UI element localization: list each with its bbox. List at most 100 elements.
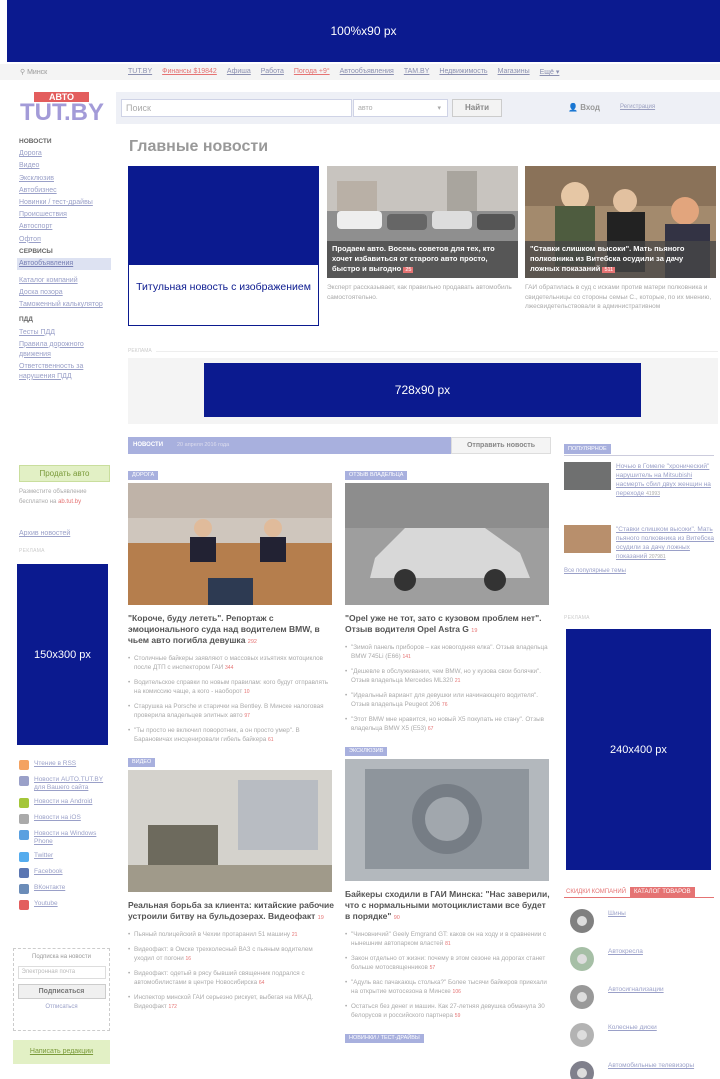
popular-item[interactable]: "Ставки слишком высоки". Мать пьяного по… [564,525,714,562]
email-field[interactable]: Электронная почта [17,966,106,979]
nav-link[interactable]: Правила дорожного движения [19,339,111,361]
top-story-2[interactable]: "Ставки слишком высоки". Мать пьяного по… [525,166,716,312]
news-archive-link[interactable]: Архив новостей [19,530,70,537]
article-title[interactable]: Байкеры сходили в ГАИ Минска: "Нас завер… [345,889,551,924]
related-article[interactable]: "Ты просто не включил поворотник, а он п… [128,726,334,745]
related-article[interactable]: Водительское справки по новым правилам: … [128,678,334,697]
nav-link[interactable]: Каталог компаний [19,275,111,287]
top-nav-link[interactable]: Афиша [227,68,251,76]
related-article[interactable]: Видеофакт: одетый в рясу бывший священни… [128,969,334,988]
related-article[interactable]: "Дешевле в обслуживании, чем BMW, но у к… [345,667,551,686]
catalog-item[interactable]: Автосигнализации [564,982,714,1012]
related-article[interactable]: Старушка на Porsche и старички на Bentle… [128,702,334,721]
related-article[interactable]: Пьяный полицейский в Чехии протаранил 51… [128,930,334,940]
top-nav-link[interactable]: TAM.BY [404,68,430,76]
related-article[interactable]: "Зимой панель приборов – как новогодняя … [345,643,551,662]
category-tag[interactable]: ОТЗЫВ ВЛАДЕЛЬЦА [345,471,408,480]
top-nav-link[interactable]: TUT.BY [128,68,152,76]
send-news-button[interactable]: Отправить новость [451,437,551,454]
register-link[interactable]: Регистрация [620,104,655,110]
sell-site-link[interactable]: ab.tut.by [58,499,81,505]
social-link[interactable]: ВКонтакте [19,884,114,894]
comment-count: 141 [402,654,411,660]
all-popular-link[interactable]: Все популярные темы [564,568,714,574]
related-article[interactable]: "Чиновничий" Geely Emgrand GT: каков он … [345,930,551,949]
social-link[interactable]: Youtube [19,900,114,910]
top-nav-link[interactable]: Финансы $19842 [162,68,217,76]
category-tag[interactable]: ВИДЕО [128,758,156,767]
category-tag[interactable]: ДОРОГА [128,471,159,480]
social-link[interactable]: Чтение в RSS [19,760,114,770]
nav-link[interactable]: Автоспорт [19,221,111,233]
article-image[interactable] [128,483,332,605]
featured-news-placeholder[interactable]: Титульная новость с изображением [128,166,319,326]
top-nav-link[interactable]: Погода +9° [294,68,330,76]
social-link[interactable]: Новости на iOS [19,814,114,824]
mid-ad[interactable]: 728x90 px [128,358,718,424]
top-nav-link[interactable]: Ещё ▾ [540,68,560,76]
right-ad[interactable]: 240x400 px [566,629,711,870]
related-article[interactable]: Столичные байкеры заявляют о массовых из… [128,654,334,673]
related-article[interactable]: "Адуль вас пачакаюць столька?" Более тыс… [345,978,551,997]
article-title[interactable]: "Короче, буду лететь". Репортаж с эмоцио… [128,613,334,648]
related-article[interactable]: Остаться без денег и машин. Как 27-летня… [345,1002,551,1021]
category-tag[interactable]: ЭКСКЛЮЗИВ [345,747,388,756]
search-input[interactable]: Поиск [121,99,352,117]
social-link[interactable]: Facebook [19,868,114,878]
social-link[interactable]: Новости на Android [19,798,114,808]
top-banner-ad[interactable]: 100%x90 px [7,0,720,62]
write-editor-button[interactable]: Написать редакции [13,1040,110,1064]
tab-popular[interactable]: ПОПУЛЯРНОЕ [564,444,611,454]
user-icon: 👤 [568,103,581,112]
category-tag[interactable]: НОВИНКИ / ТЕСТ-ДРАЙВЫ [345,1034,424,1043]
popular-item[interactable]: Ночью в Гомеле "хронический" нарушитель … [564,462,714,499]
related-article[interactable]: "Идеальный вариант для девушки или начин… [345,691,551,710]
article-image[interactable] [345,759,549,881]
catalog-item[interactable]: Шины [564,906,714,936]
left-ad[interactable]: 150x300 px [17,564,108,745]
article-title[interactable]: "Opel уже не тот, зато с кузовом проблем… [345,613,551,637]
nav-link[interactable]: Дорога [19,148,111,160]
tab-catalog[interactable]: КАТАЛОГ ТОВАРОВ [630,887,695,897]
article-image[interactable] [345,483,549,605]
nav-link[interactable]: Новинки / тест-драйвы [19,197,111,209]
nav-link[interactable]: Эксклюзив [19,173,111,185]
subscribe-button[interactable]: Подписаться [17,984,106,999]
search-scope-select[interactable]: авто ▾ [353,99,448,117]
catalog-item[interactable]: Автомобильные телевизоры [564,1058,714,1079]
login-button[interactable]: 👤 Вход [568,99,618,117]
city-selector[interactable]: ⚲ Минск [20,68,47,76]
tab-discounts[interactable]: СКИДКИ КОМПАНИЙ [564,887,628,897]
article-title[interactable]: Реальная борьба за клиента: китайские ра… [128,900,334,924]
nav-link[interactable]: Видео [19,160,111,172]
related-article[interactable]: Инспектор минской ГАИ серьезно рискует, … [128,993,334,1012]
catalog-item[interactable]: Автокресла [564,944,714,974]
related-article[interactable]: Закон отдельно от жизни: почему в этом с… [345,954,551,973]
top-story-1[interactable]: Продаем авто. Восемь советов для тех, кт… [327,166,518,302]
catalog-item[interactable]: Колесные диски [564,1020,714,1050]
nav-link[interactable]: Доска позора [19,287,111,299]
nav-link[interactable]: Ответственность за нарушения ПДД [19,361,111,383]
social-link[interactable]: Новости AUTO.TUT.BY для Вашего сайта [19,776,114,792]
top-nav-link[interactable]: Работа [261,68,284,76]
nav-link[interactable]: Офтоп [19,234,111,246]
social-link[interactable]: Новости на Windows Phone [19,830,114,846]
top-nav-link[interactable]: Магазины [498,68,530,76]
sell-car-button[interactable]: Продать авто [19,465,110,482]
search-button[interactable]: Найти [452,99,502,117]
article-image[interactable] [128,770,332,892]
nav-link[interactable]: Автообъявления [17,258,111,271]
unsubscribe-link[interactable]: Отписаться [14,1004,109,1010]
top-nav-link[interactable]: Автообъявления [340,68,394,76]
nav-link[interactable]: Автобизнес [19,185,111,197]
portal-top-nav: ⚲ Минск TUT.BY Финансы $19842 Афиша Работа П… [0,64,720,80]
social-icon [19,900,29,910]
site-logo[interactable]: АВТО TUT.BY [19,92,105,125]
nav-link[interactable]: Таможенный калькулятор [19,299,111,311]
top-nav-link[interactable]: Недвижимость [439,68,487,76]
related-article[interactable]: Видеофакт: в Омске трехколесный ВАЗ с пь… [128,945,334,964]
social-link[interactable]: Twitter [19,852,114,862]
nav-link[interactable]: Тесты ПДД [19,327,111,339]
related-article[interactable]: "Этот BMW мне нравится, но новый X5 поку… [345,715,551,734]
nav-link[interactable]: Происшествия [19,209,111,221]
